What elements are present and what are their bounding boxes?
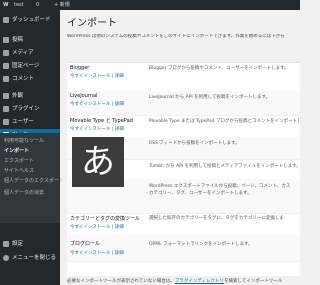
table-row: カテゴリーとタグの変換ツール 今すぐインストール | 詳細 選択した既存のカテゴ…: [67, 213, 300, 236]
menu-users[interactable]: ユーザー: [0, 116, 60, 128]
install-link[interactable]: 今すぐインストール | 詳細: [70, 73, 124, 79]
pin-icon: [3, 37, 9, 43]
install-link[interactable]: 今すぐインストール | 詳細: [70, 224, 124, 230]
importer-description: Tumblr から API を利用して投稿とメディアファイルをインポートします。: [149, 164, 299, 169]
table-row: Blogger 今すぐインストール | 詳細 Blogger ブログから投稿やコ…: [67, 63, 300, 92]
wordpress-logo-icon[interactable]: W: [3, 0, 9, 10]
hiragana-a-icon: あ: [72, 137, 124, 187]
menu-media[interactable]: メディア: [0, 47, 60, 59]
submenu-import[interactable]: インポート: [4, 147, 60, 155]
importer-name: Blogger: [70, 65, 90, 71]
menu-plugins[interactable]: プラグイン: [0, 103, 60, 115]
site-home-link[interactable]: test: [14, 0, 24, 10]
admin-sidebar: ダッシュボード 投稿 メディア 固定ページ コメント 外観 プラグイン ユーザー…: [0, 10, 64, 285]
plug-icon: [3, 106, 9, 112]
collapse-icon: [3, 255, 9, 261]
menu-pages[interactable]: 固定ページ: [0, 60, 60, 72]
admin-bar: W test 0 + 新規: [0, 0, 300, 10]
comments-count[interactable]: 0: [36, 0, 39, 10]
brush-icon: [3, 93, 9, 99]
importer-description: LiveJournal から API を利用して投稿をインポートします。: [149, 95, 271, 100]
importer-name: ブログロール: [70, 241, 101, 247]
plugin-directory-link[interactable]: プラグインディレクトリ: [175, 279, 224, 284]
menu-settings[interactable]: 設定: [0, 238, 60, 250]
collapse-menu-button[interactable]: メニューを閉じる: [0, 252, 60, 264]
importer-name: Movable Type と TypePad: [70, 118, 133, 124]
intro-text: WordPress は他のシステムの投稿やコメントをこのサイトにインポートできま…: [67, 34, 285, 39]
table-row: ブログロール 今すぐインストール | 詳細 OPML フォーマットでリンクをイン…: [67, 235, 300, 262]
install-link[interactable]: 今すぐインストール | 詳細: [70, 101, 124, 107]
user-icon: [3, 119, 9, 125]
importer-description: Movable Type または TypePad ブログから投稿とコメントをイン…: [149, 119, 299, 124]
submenu-erase-personal-data[interactable]: 個人データの消去: [4, 189, 60, 197]
table-row: Movable Type と TypePad 今すぐインストール | 詳細 Mo…: [67, 115, 300, 138]
install-link[interactable]: 今すぐインストール | 詳細: [70, 250, 124, 256]
new-content-button[interactable]: + 新規: [54, 0, 70, 10]
importer-description: OPML フォーマットでリンクをインポートします。: [149, 242, 253, 247]
importer-description-cont: カテゴリー、タグ、ユーザーをインポートします。: [149, 191, 252, 196]
importer-description: 選択した既存のカテゴリーをタグに、タグをカテゴリーに変換しま: [149, 216, 284, 221]
install-link[interactable]: 今すぐインストール | 詳細: [70, 126, 124, 132]
page-icon: [3, 63, 9, 69]
table-row: LiveJournal 今すぐインストール | 詳細 LiveJournal か…: [67, 91, 300, 116]
importer-name: カテゴリーとタグの変換ツール: [70, 216, 141, 222]
importer-description: RSS フィードから投稿をインポートします。: [149, 141, 240, 146]
submenu-site-health[interactable]: サイトヘルス: [4, 167, 60, 175]
media-icon: [3, 50, 9, 56]
importer-name: LiveJournal: [70, 93, 98, 99]
page-title: インポート: [67, 18, 117, 29]
comment-icon: [3, 76, 9, 82]
tools-submenu: 利用可能なツール インポート エクスポート サイトヘルス 個人データのエクスポー…: [0, 133, 64, 223]
dashboard-icon: [3, 17, 9, 23]
settings-icon: [3, 241, 9, 247]
menu-posts[interactable]: 投稿: [0, 34, 60, 46]
menu-appearance[interactable]: 外観: [0, 90, 60, 102]
importer-description: Blogger ブログから投稿やコメント、ユーザーをインポートします。: [149, 66, 289, 71]
more-importers-notice: 必要なインポートツールが表示されていない場合は、プラグインディレクトリを検索して…: [67, 279, 283, 284]
menu-comments[interactable]: コメント: [0, 73, 60, 85]
submenu-export-personal-data[interactable]: 個人データのエクスポート: [4, 177, 64, 185]
menu-dashboard[interactable]: ダッシュボード: [0, 14, 60, 26]
submenu-available-tools[interactable]: 利用可能なツール: [4, 137, 60, 145]
importer-description: WordPress エクスポートファイルから投稿、ページ、コメント、カス: [149, 184, 291, 189]
submenu-export[interactable]: エクスポート: [4, 157, 60, 165]
